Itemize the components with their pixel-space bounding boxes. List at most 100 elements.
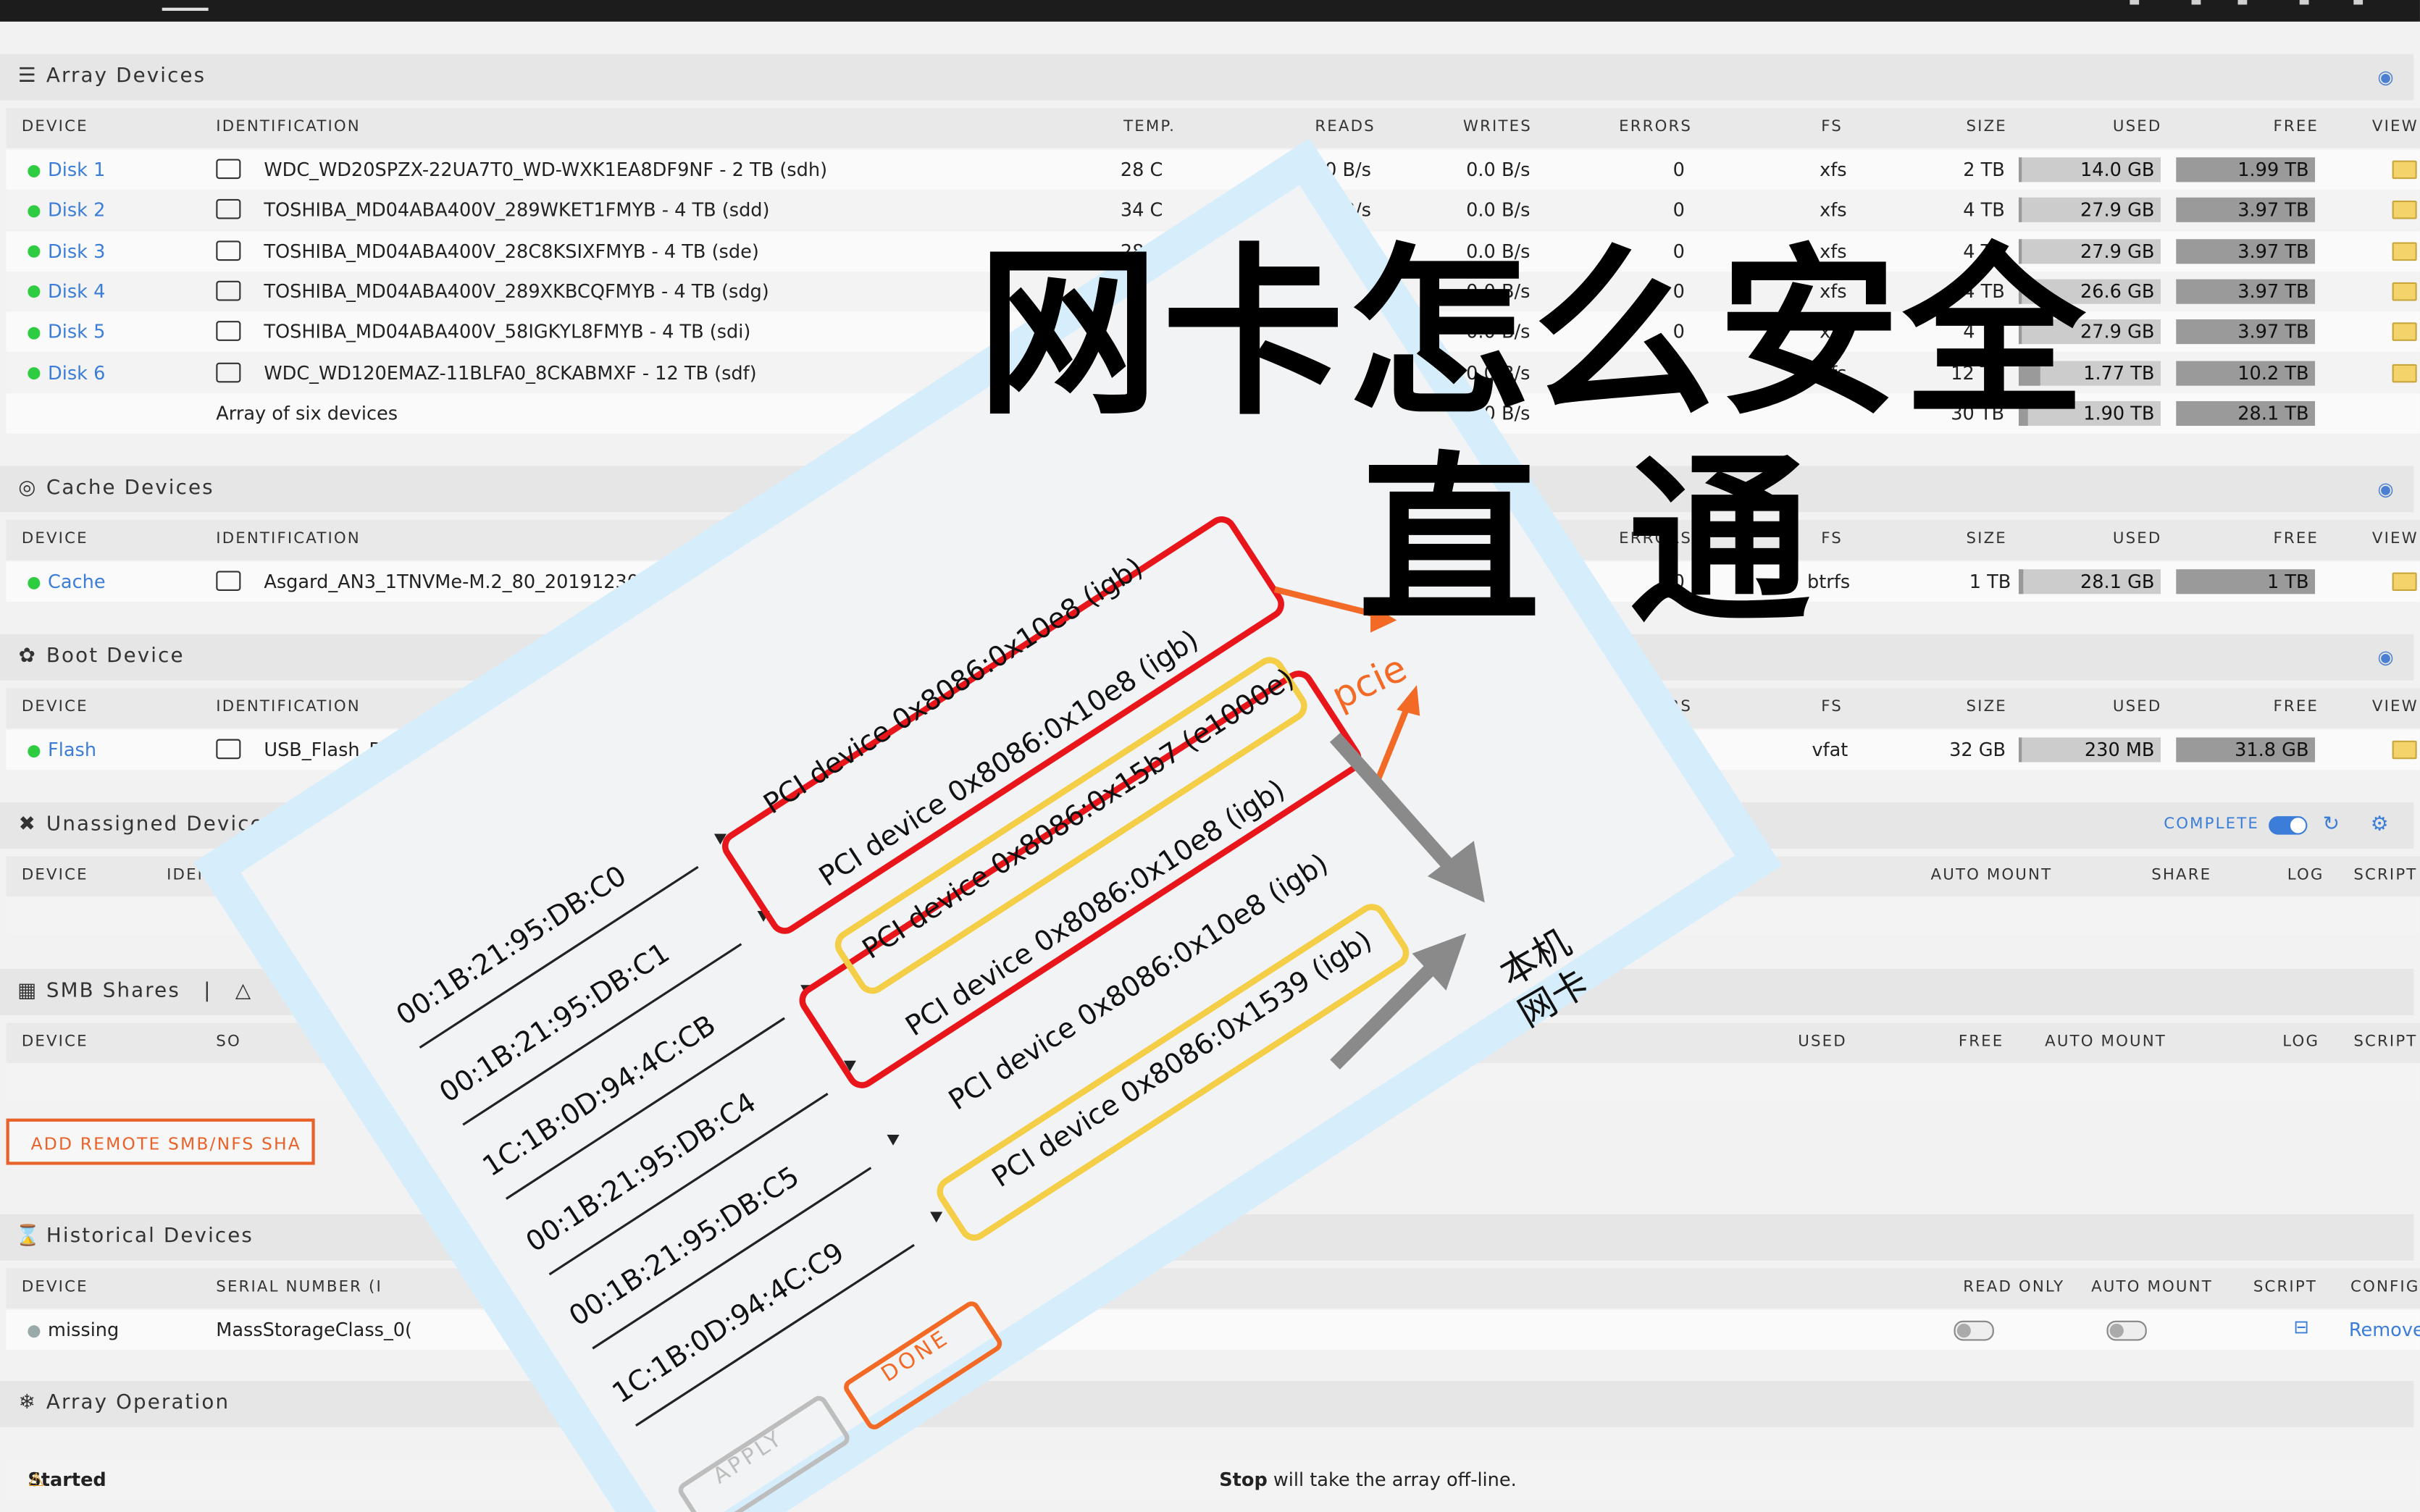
col-auto-mount: AUTO MOUNT xyxy=(1930,867,2053,884)
folder-icon[interactable] xyxy=(2392,322,2417,346)
unplug-icon: ✖ xyxy=(18,812,38,836)
drive-icon xyxy=(216,240,241,261)
used-value: 14.0 GB xyxy=(2080,159,2155,181)
drive-icon xyxy=(216,321,241,342)
warning-icon: ⚠ xyxy=(28,1469,45,1491)
folder-icon[interactable] xyxy=(2392,160,2417,184)
col-script: SCRIPT xyxy=(2353,867,2418,884)
fs: xfs xyxy=(1820,321,1847,343)
hdd-icon xyxy=(216,360,241,382)
disk-device-link[interactable]: Disk 2 xyxy=(28,199,105,221)
table-row: Disk 2 TOSHIBA_MD04ABA400V_289WKET1FMYB -… xyxy=(6,190,2420,231)
free-bar: 28.1 TB xyxy=(2176,400,2316,426)
script-icon[interactable]: ⊟ xyxy=(2293,1316,2308,1337)
header-icon[interactable] xyxy=(2299,0,2309,5)
size: 2 TB xyxy=(1963,159,2005,181)
folder-icon[interactable] xyxy=(2392,241,2417,265)
errors: 0 xyxy=(1672,739,1685,761)
header-icon[interactable] xyxy=(2237,0,2248,5)
device-link[interactable]: Flash xyxy=(48,739,96,761)
fs: xfs xyxy=(1820,361,1847,384)
gear-icon[interactable]: ⚙ xyxy=(2371,802,2390,849)
used-bar: 28.1 GB xyxy=(2018,569,2161,595)
used-value: 230 MB xyxy=(2084,739,2155,761)
disk-device-link[interactable]: Disk 6 xyxy=(28,362,105,384)
boot-device-title: Boot Device xyxy=(46,644,185,668)
free-bar: 3.97 TB xyxy=(2176,198,2316,223)
refresh-icon[interactable]: ↻ xyxy=(2323,802,2341,849)
free-value: 3.97 TB xyxy=(2237,199,2309,222)
device-link[interactable]: Disk 1 xyxy=(48,159,105,180)
device-link[interactable]: Disk 2 xyxy=(48,199,105,221)
col-script: SCRIPT xyxy=(2253,1279,2317,1296)
col-script: SCRIPT xyxy=(2353,1033,2418,1051)
drive-icon xyxy=(216,159,241,180)
add-remote-share-button[interactable]: ADD REMOTE SMB/NFS SHA xyxy=(6,1118,315,1165)
boot-device-title-bar: ✿ Boot Device ◉ xyxy=(0,634,2414,681)
header-icon[interactable] xyxy=(2353,0,2364,5)
folder-icon[interactable] xyxy=(2392,201,2417,224)
top-bar xyxy=(0,0,2420,22)
free-value: 31.8 GB xyxy=(2235,739,2309,761)
header-icon[interactable] xyxy=(2191,0,2201,5)
header-icon[interactable] xyxy=(2130,0,2140,5)
flash-device-link[interactable]: Flash xyxy=(28,739,96,761)
size: 4 TB xyxy=(1963,321,2005,343)
disk-device-link[interactable]: Disk 1 xyxy=(28,159,105,180)
errors: 0 xyxy=(1672,280,1685,303)
auto-mount-toggle[interactable] xyxy=(2106,1320,2147,1341)
linux-icon: △ xyxy=(235,979,253,1003)
complete-toggle[interactable] xyxy=(2269,816,2308,835)
complete-label: COMPLETE xyxy=(2164,816,2259,833)
historical-table-header: DEVICE SERIAL NUMBER (I READ ONLY AUTO M… xyxy=(6,1268,2420,1309)
device-link[interactable]: Disk 3 xyxy=(48,240,105,262)
cache-devices-title-bar: ◎ Cache Devices ◉ xyxy=(0,466,2414,513)
writes: 0.0 B/s xyxy=(1466,280,1531,303)
size: 30 TB xyxy=(1951,402,2005,424)
col-serial-number: SERIAL NUMBER (I xyxy=(216,1279,382,1296)
temp: 34 C xyxy=(1120,199,1163,222)
writes: 0.0 B/s xyxy=(1466,361,1531,384)
writes: 0.0 B/s xyxy=(1466,402,1531,424)
device-link[interactable]: Cache xyxy=(48,571,106,592)
device-link[interactable]: Disk 4 xyxy=(48,281,105,303)
size: 1 TB xyxy=(1969,571,2011,593)
unassigned-table-header: DEVICE IDENTIFICATION ONLY AUTO MOUNT SH… xyxy=(6,856,2420,896)
drive-icon xyxy=(216,199,241,220)
writes: 0.0 B/s xyxy=(1457,571,1521,593)
cache-device-link[interactable]: Cache xyxy=(28,571,106,592)
smb-table-header: DEVICE SO USED FREE AUTO MOUNT LOG SCRIP… xyxy=(6,1022,2420,1063)
device-name: missing xyxy=(48,1319,120,1341)
used-value: 1.77 TB xyxy=(2083,361,2155,384)
dashboard-icon[interactable]: ◉ xyxy=(2377,466,2395,512)
disk-device-link[interactable]: Disk 3 xyxy=(28,240,105,262)
fs: vfat xyxy=(1812,739,1849,761)
dropdown-arrow-icon[interactable] xyxy=(887,1134,900,1146)
used-bar: 26.6 GB xyxy=(2018,279,2161,304)
used-value: 27.9 GB xyxy=(2080,199,2155,222)
array-operation-title: Array Operation xyxy=(46,1391,230,1415)
free-value: 28.1 TB xyxy=(2237,402,2309,424)
array-devices-title: Array Devices xyxy=(46,64,206,88)
size: 4 TB xyxy=(1963,280,2005,303)
disk-device-link[interactable]: Disk 4 xyxy=(28,281,105,303)
folder-icon[interactable] xyxy=(2392,740,2417,764)
disk-device-link[interactable]: Disk 5 xyxy=(28,322,105,343)
free-bar: 3.97 TB xyxy=(2176,319,2316,345)
table-row: missing MassStorageClass_0( ⊟ Remove xyxy=(6,1309,2420,1351)
col-log: LOG xyxy=(2287,867,2324,884)
dashboard-icon[interactable]: ◉ xyxy=(2377,54,2395,101)
dashboard-icon[interactable]: ◉ xyxy=(2377,634,2395,681)
folder-icon[interactable] xyxy=(2392,363,2417,387)
errors: 0 xyxy=(1672,571,1685,593)
read-only-toggle[interactable] xyxy=(1954,1320,1994,1341)
folder-icon[interactable] xyxy=(2392,572,2417,595)
col-size: SIZE xyxy=(1966,119,2007,136)
col-identification: IDENTIFICATION xyxy=(216,530,361,548)
device-link[interactable]: Disk 6 xyxy=(48,362,105,384)
remove-link[interactable]: Remove xyxy=(2349,1319,2420,1341)
folder-icon[interactable] xyxy=(2392,282,2417,306)
hdd-icon xyxy=(216,238,241,261)
device-link[interactable]: Disk 5 xyxy=(48,322,105,343)
used-value: 1.90 TB xyxy=(2083,402,2155,424)
